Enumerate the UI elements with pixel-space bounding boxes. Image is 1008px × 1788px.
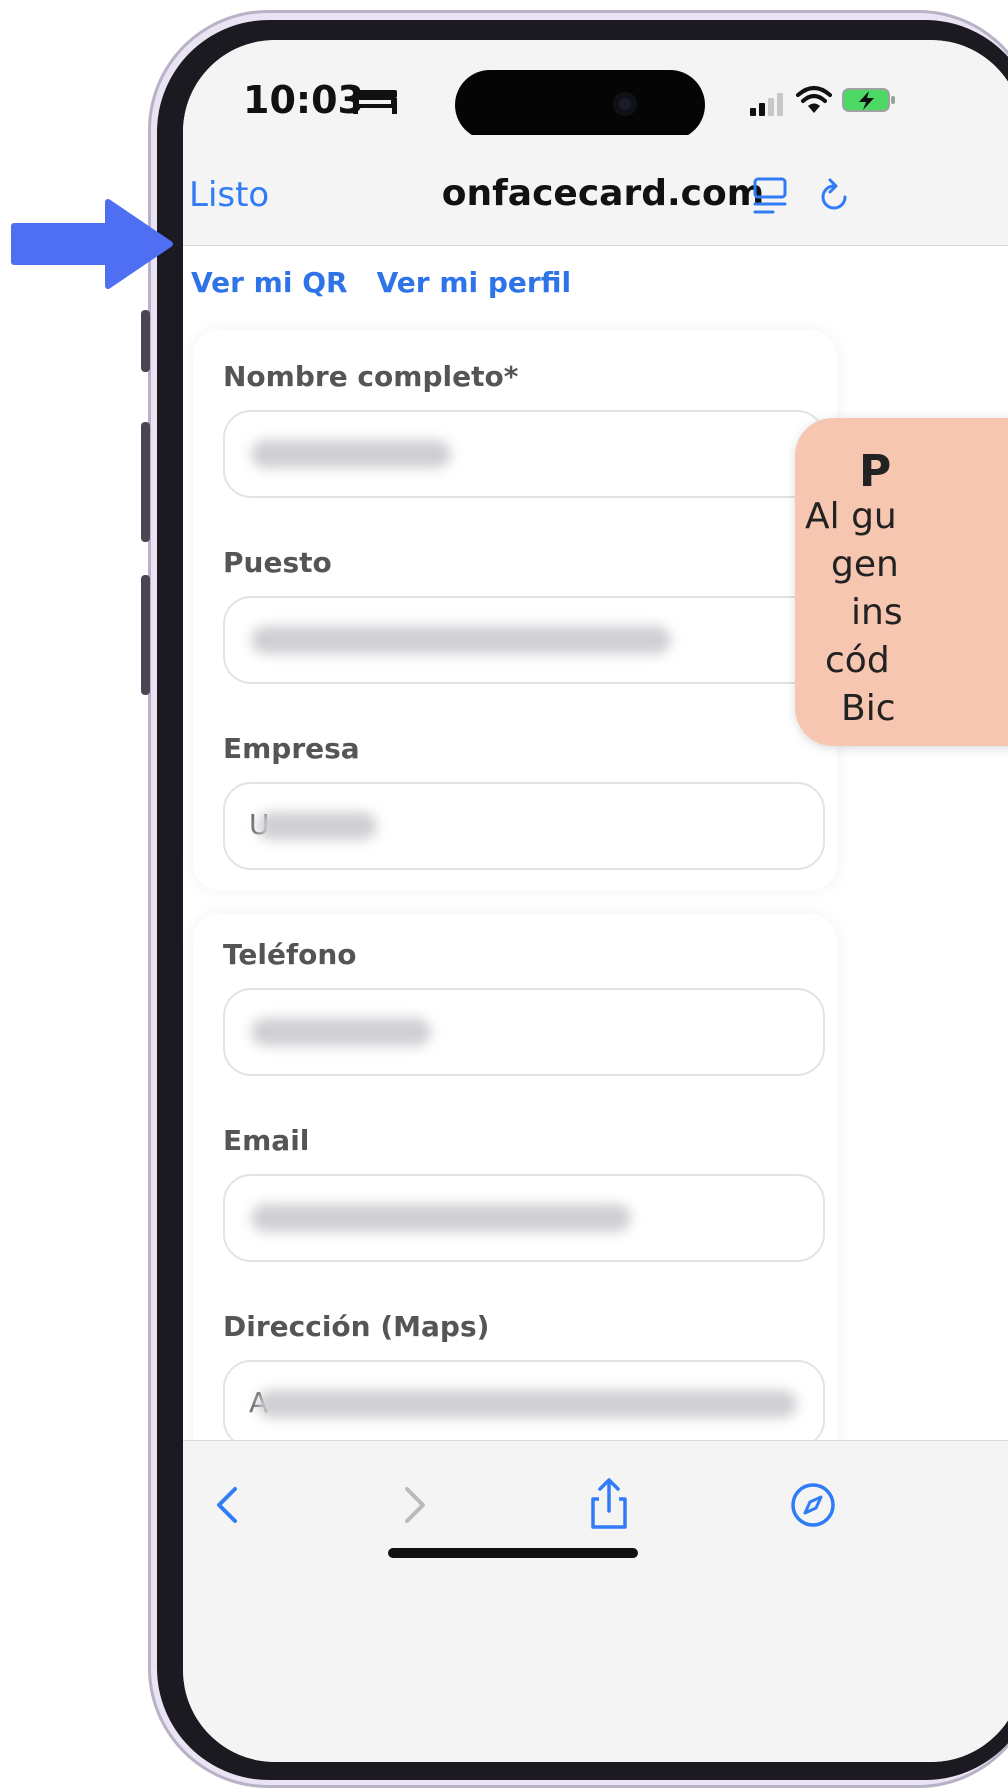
battery-charging-icon	[842, 88, 895, 112]
callout-line-4: cód	[825, 640, 890, 681]
browser-header: Listo onfacecard.com	[183, 135, 1008, 246]
callout-line-5: Bic	[841, 688, 896, 729]
email-input[interactable]	[223, 1174, 825, 1262]
back-icon[interactable]	[199, 1475, 259, 1535]
blurred-value	[251, 626, 671, 654]
callout-title: P	[859, 446, 892, 497]
callout-line-3: ins	[851, 592, 903, 633]
home-indicator	[388, 1548, 638, 1558]
reload-icon[interactable]	[817, 177, 853, 215]
forward-icon[interactable]	[383, 1475, 443, 1535]
contact-info-card: Teléfono Email Dirección (Maps) A	[193, 914, 837, 1440]
company-label: Empresa	[223, 732, 360, 765]
view-qr-link[interactable]: Ver mi QR	[191, 266, 348, 299]
reader-mode-icon[interactable]	[751, 177, 791, 215]
position-label: Puesto	[223, 546, 332, 579]
blurred-value	[257, 1390, 797, 1418]
email-label: Email	[223, 1124, 310, 1157]
bed-icon	[353, 90, 397, 114]
front-camera	[613, 92, 637, 116]
position-input[interactable]	[223, 596, 825, 684]
pointer-arrow-icon	[11, 199, 173, 289]
callout-line-1: Al gu	[805, 496, 897, 537]
status-time: 10:03	[243, 78, 364, 122]
full-name-label: Nombre completo*	[223, 360, 519, 393]
url-domain[interactable]: onfacecard.com	[183, 173, 1008, 214]
company-input[interactable]: U	[223, 782, 825, 870]
full-name-input[interactable]	[223, 410, 825, 498]
blurred-value	[251, 1204, 631, 1232]
phone-label: Teléfono	[223, 938, 357, 971]
action-button	[141, 310, 150, 372]
cellular-signal-icon	[750, 93, 783, 116]
blurred-value	[251, 1018, 431, 1046]
profile-tabs: Ver mi QR Ver mi perfil	[191, 266, 595, 299]
dynamic-island	[455, 70, 705, 140]
address-input[interactable]: A	[223, 1360, 825, 1440]
view-profile-link[interactable]: Ver mi perfil	[377, 266, 571, 299]
profile-info-card: Nombre completo* Puesto Empresa U	[193, 330, 837, 890]
wifi-icon	[796, 86, 832, 113]
phone-input[interactable]	[223, 988, 825, 1076]
info-callout: P Al gu gen ins cód Bic	[795, 418, 1008, 746]
browser-toolbar	[183, 1440, 1008, 1762]
compass-icon[interactable]	[783, 1475, 843, 1535]
phone-screen: 10:03 Listo onfacecard.com Ver mi QR Ver…	[183, 40, 1008, 1762]
callout-line-2: gen	[831, 544, 899, 585]
blurred-value	[251, 440, 451, 468]
address-label: Dirección (Maps)	[223, 1310, 490, 1343]
volume-up-button	[141, 422, 150, 542]
blurred-value	[257, 812, 377, 840]
volume-down-button	[141, 575, 150, 695]
share-icon[interactable]	[579, 1475, 639, 1535]
